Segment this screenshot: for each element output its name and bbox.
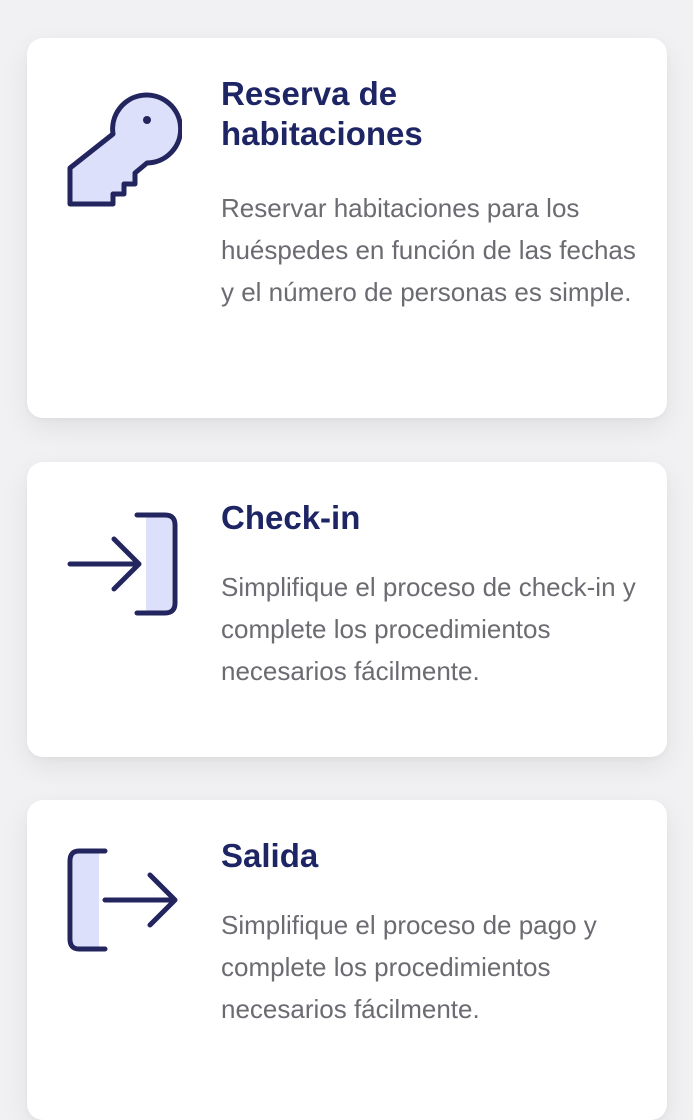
check-out-icon <box>67 848 178 952</box>
key-icon <box>67 92 182 207</box>
feature-card-room-booking: Reserva de habitaciones Reservar habitac… <box>27 38 667 418</box>
feature-description: Simplifique el proceso de check-in y com… <box>221 572 636 686</box>
feature-title: Reserva de habitaciones <box>221 75 423 152</box>
feature-card-check-in: Check-in Simplifique el proceso de check… <box>27 462 667 757</box>
check-in-icon <box>67 512 178 616</box>
feature-title: Salida <box>221 837 319 874</box>
feature-card-check-out: Salida Simplifique el proceso de pago y … <box>27 800 667 1120</box>
feature-description: Reservar habitaciones para los huéspedes… <box>221 193 636 307</box>
feature-title: Check-in <box>221 499 361 536</box>
feature-description: Simplifique el proceso de pago y complet… <box>221 910 597 1024</box>
